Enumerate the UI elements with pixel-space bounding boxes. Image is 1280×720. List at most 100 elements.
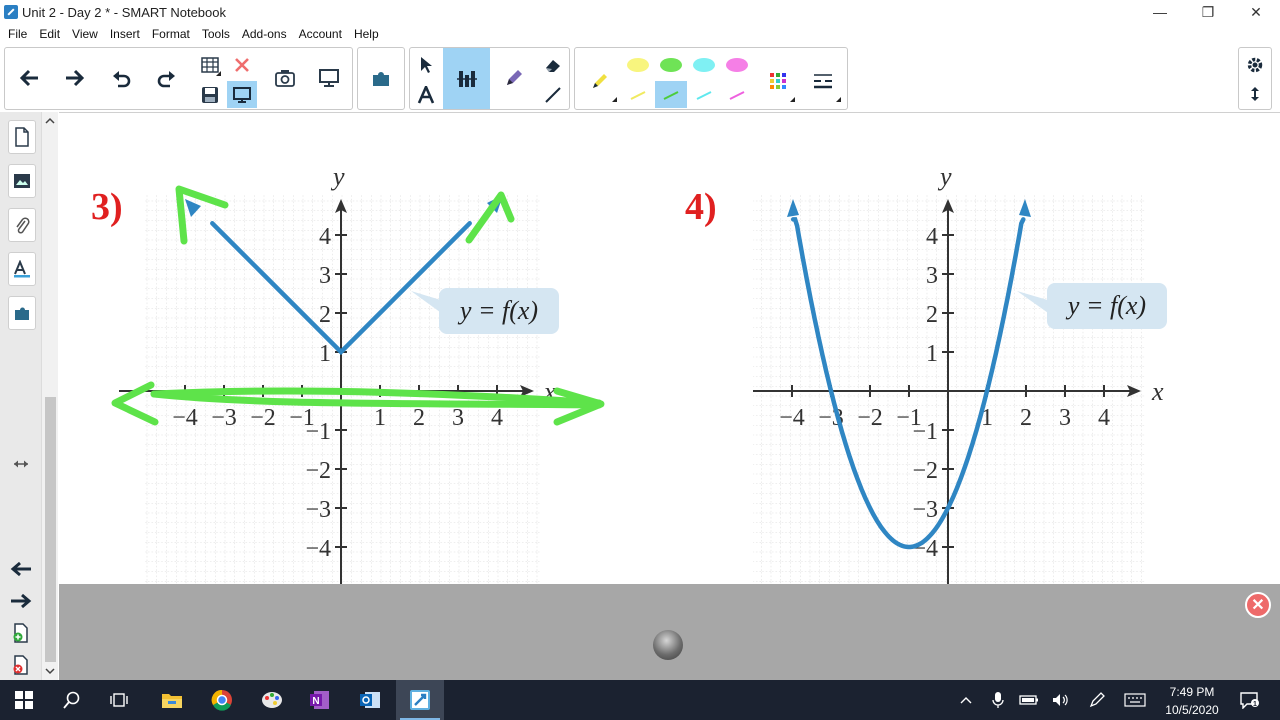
- taskbar-clock[interactable]: 7:49 PM 10/5/2020: [1156, 680, 1228, 720]
- problem-3-x-tick-label: −3: [211, 405, 237, 431]
- sidebar-previous-page-button[interactable]: [8, 556, 34, 582]
- start-button[interactable]: [0, 680, 48, 720]
- clock-date: 10/5/2020: [1165, 703, 1219, 717]
- problem-4-function-label: y = f(x): [1065, 291, 1146, 320]
- search-button[interactable]: [48, 680, 96, 720]
- scrollbar-thumb[interactable]: [45, 397, 56, 662]
- menu-edit[interactable]: Edit: [33, 27, 66, 41]
- settings-button[interactable]: [1242, 52, 1268, 78]
- next-page-button[interactable]: [57, 58, 93, 98]
- close-overlay-button[interactable]: ✕: [1245, 592, 1271, 618]
- add-ons-tab[interactable]: [8, 296, 36, 330]
- smart-notebook-taskbar-button[interactable]: [396, 680, 444, 720]
- close-window-button[interactable]: ✕: [1232, 0, 1280, 24]
- sidebar-next-page-button[interactable]: [8, 588, 34, 614]
- restore-button[interactable]: ❐: [1184, 0, 1232, 24]
- menu-help[interactable]: Help: [348, 27, 385, 41]
- cyan-ellipse-icon: [693, 57, 715, 72]
- page-sorter-tab[interactable]: [8, 120, 36, 154]
- problem-3-y-tick-label: 4: [319, 224, 331, 250]
- eraser-icon: [546, 59, 560, 72]
- table-button[interactable]: [197, 51, 223, 78]
- menu-insert[interactable]: Insert: [104, 27, 146, 41]
- green-thin-line-swatch[interactable]: [655, 81, 687, 108]
- menu-bar: File Edit View Insert Format Tools Add-o…: [0, 24, 1280, 44]
- show-hidden-icons-button[interactable]: [954, 680, 978, 720]
- yellow-thin-line-swatch[interactable]: [623, 81, 653, 108]
- pen-tool-button[interactable]: [496, 58, 532, 98]
- eraser-button[interactable]: [540, 51, 566, 78]
- menu-account[interactable]: Account: [293, 27, 348, 41]
- title-bar: Unit 2 - Day 2 * - SMART Notebook — ❐ ✕: [0, 0, 1280, 24]
- problem-4-y-tick-label: 3: [926, 263, 938, 289]
- menu-format[interactable]: Format: [146, 27, 196, 41]
- menu-add-ons[interactable]: Add-ons: [236, 27, 293, 41]
- cyan-highlighter-swatch[interactable]: [689, 51, 719, 78]
- menu-tools[interactable]: Tools: [196, 27, 236, 41]
- resize-sidebar-handle[interactable]: [8, 451, 34, 477]
- previous-page-button[interactable]: [11, 58, 47, 98]
- problem-3-y-tick-label: −4: [305, 536, 331, 562]
- outlook-button[interactable]: [346, 680, 394, 720]
- svg-text:N: N: [312, 696, 319, 707]
- minimize-button[interactable]: —: [1136, 0, 1184, 24]
- line-style-button[interactable]: [803, 58, 843, 104]
- battery-tray-button[interactable]: [1016, 680, 1042, 720]
- yellow-highlighter-swatch[interactable]: [623, 51, 653, 78]
- microphone-icon: [992, 692, 1004, 708]
- measurement-tools-button[interactable]: [443, 48, 490, 109]
- menu-view[interactable]: View: [66, 27, 104, 41]
- highlighter-tool-button[interactable]: [581, 58, 619, 104]
- task-view-button[interactable]: [96, 680, 144, 720]
- paint-button[interactable]: [248, 680, 296, 720]
- touch-keyboard-tray-button[interactable]: [1120, 680, 1150, 720]
- windows-start-icon: [15, 691, 33, 709]
- delete-button[interactable]: [229, 51, 255, 78]
- green-highlighter-swatch[interactable]: [656, 51, 686, 78]
- file-explorer-button[interactable]: [148, 680, 196, 720]
- notebook-page[interactable]: 3) y x −4 −3 −2 −1 1 2 3 4 4 3 2 1 −1 −2 −3 −4 y = f(x): [59, 112, 1280, 584]
- problem-3-x-tick-label: −4: [172, 405, 198, 431]
- pink-line-icon: [729, 90, 745, 100]
- text-tool-button[interactable]: [413, 81, 439, 108]
- scroll-down-arrow-icon[interactable]: [42, 666, 58, 676]
- color-palette-button[interactable]: [759, 58, 797, 104]
- redo-button[interactable]: [149, 58, 185, 98]
- microphone-tray-button[interactable]: [986, 680, 1010, 720]
- display-button[interactable]: [311, 58, 347, 98]
- scroll-up-arrow-icon[interactable]: [42, 116, 58, 126]
- volume-tray-button[interactable]: [1048, 680, 1074, 720]
- pink-thin-line-swatch[interactable]: [722, 81, 752, 108]
- menu-file[interactable]: File: [2, 27, 33, 41]
- gear-icon: [1247, 57, 1263, 73]
- pen-workspace-icon: [1089, 692, 1105, 708]
- problem-4-label: 4): [685, 186, 717, 228]
- arrow-right-icon: [11, 593, 32, 609]
- speaker-icon: [1053, 694, 1068, 706]
- add-ons-button[interactable]: [363, 58, 399, 98]
- gallery-tab[interactable]: [8, 164, 36, 198]
- line-tool-button[interactable]: [540, 81, 566, 108]
- screen-capture-button[interactable]: [267, 58, 303, 98]
- page-vertical-scrollbar[interactable]: [41, 112, 58, 680]
- onenote-button[interactable]: N: [296, 680, 344, 720]
- action-center-button[interactable]: 1: [1234, 680, 1264, 720]
- attachments-tab[interactable]: [8, 208, 36, 242]
- save-button[interactable]: [197, 81, 223, 108]
- add-page-button[interactable]: [8, 620, 34, 646]
- pink-highlighter-swatch[interactable]: [722, 51, 752, 78]
- move-toolbar-button[interactable]: [1242, 81, 1268, 107]
- delete-page-button[interactable]: [8, 652, 34, 678]
- full-screen-button[interactable]: [227, 81, 257, 108]
- chrome-button[interactable]: [198, 680, 246, 720]
- screen-display-icon: [233, 86, 251, 103]
- problem-3-y-tick-label: −2: [305, 458, 331, 484]
- window-title: Unit 2 - Day 2 * - SMART Notebook: [22, 4, 226, 20]
- pen-workspace-tray-button[interactable]: [1084, 680, 1110, 720]
- cyan-thin-line-swatch[interactable]: [689, 81, 719, 108]
- undo-button[interactable]: [103, 58, 139, 98]
- gallery-image-icon: [14, 174, 30, 188]
- problem-4-y-label: y: [937, 162, 952, 191]
- properties-tab[interactable]: [8, 252, 36, 286]
- select-tool-button[interactable]: [413, 51, 439, 78]
